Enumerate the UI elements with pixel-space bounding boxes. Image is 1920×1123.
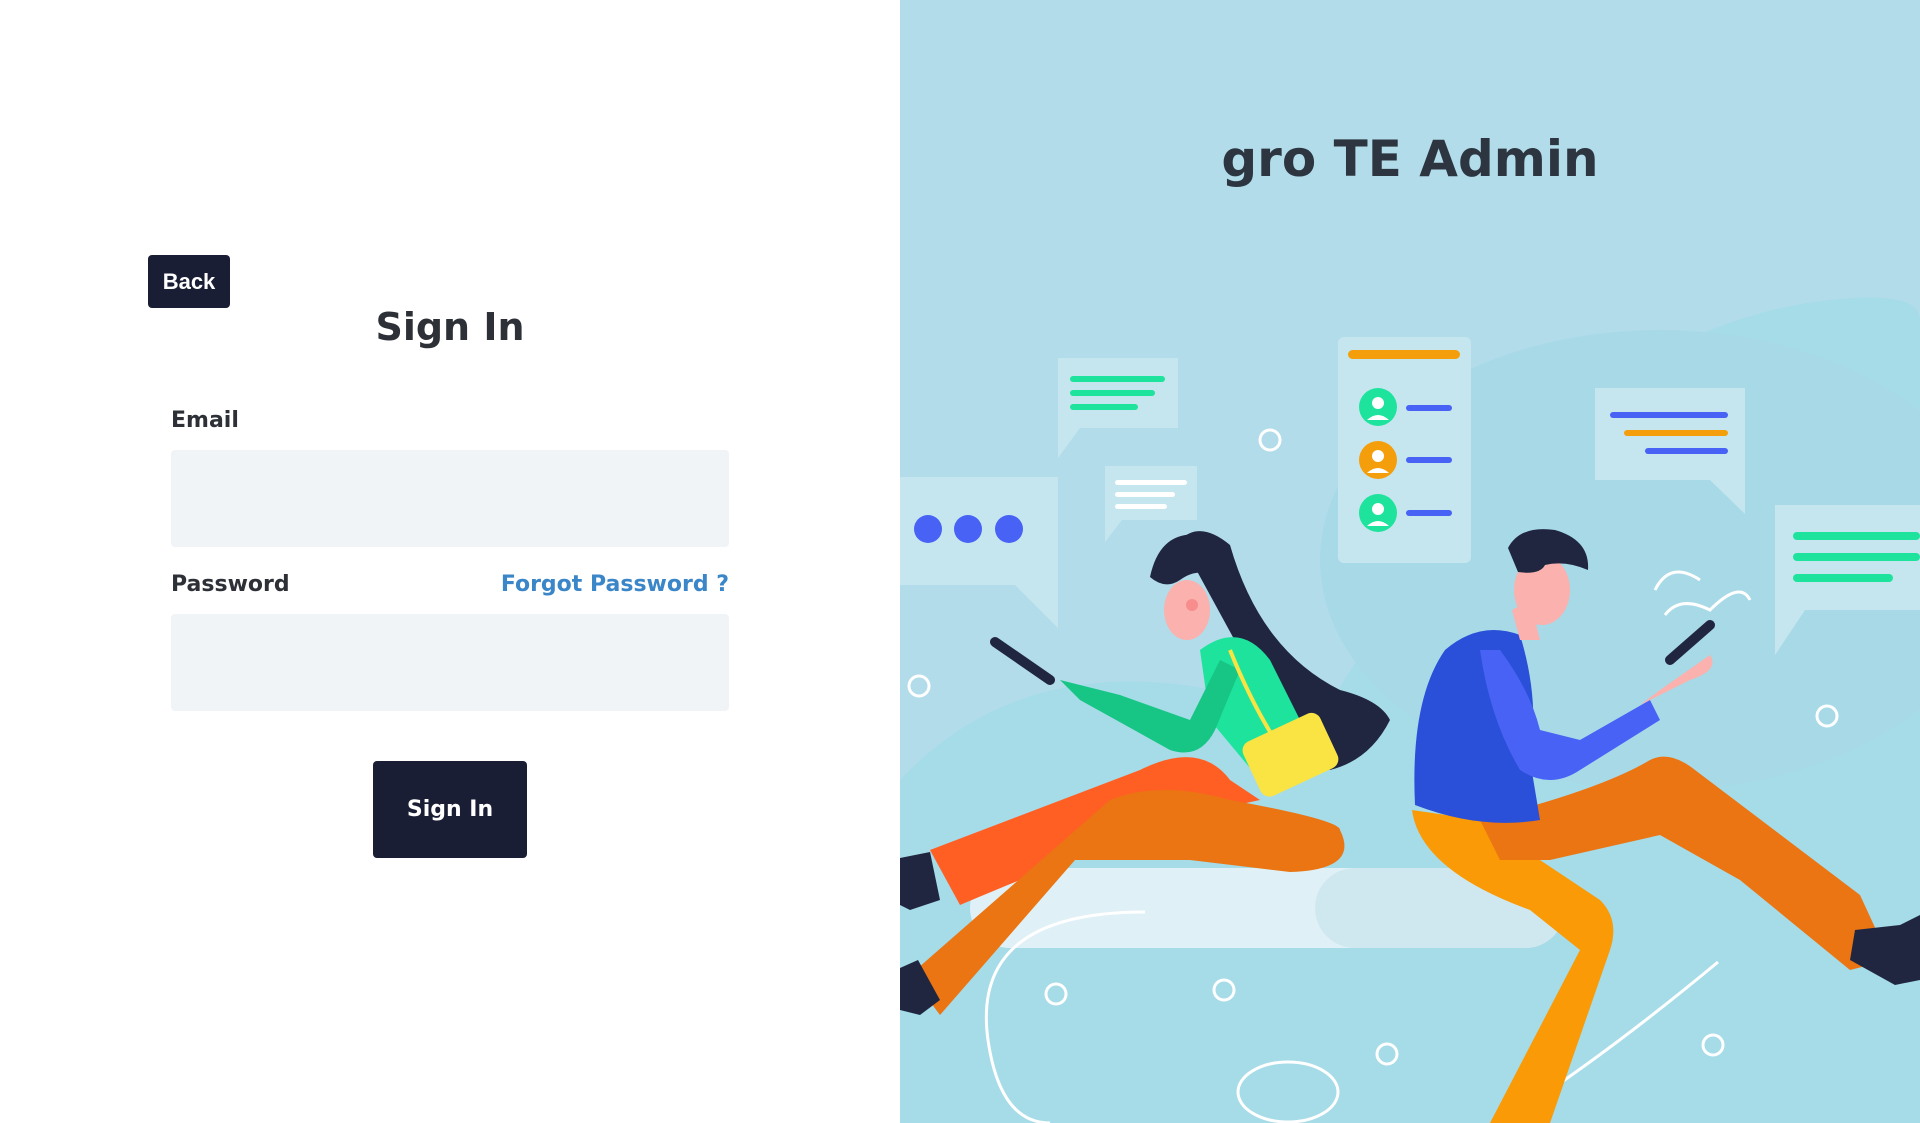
page-title: Sign In [375,305,525,349]
illustration-panel: gro TE Admin [900,0,1920,1123]
forgot-password-link[interactable]: Forgot Password ? [501,572,729,597]
email-label: Email [171,408,239,433]
password-field[interactable] [171,614,729,711]
typing-bubble [900,477,1058,628]
sign-in-button[interactable]: Sign In [373,761,527,858]
back-button[interactable]: Back [148,255,230,308]
dot-circle [1258,428,1282,452]
sign-in-panel: Back Sign In Email Password Forgot Passw… [0,0,900,1123]
login-page: Back Sign In Email Password Forgot Passw… [0,0,1920,1123]
email-field[interactable] [171,450,729,547]
people-chatting-illustration [900,297,1920,1123]
dot-circle [907,674,931,698]
contact-card [1338,337,1471,563]
password-label: Password [171,572,290,597]
